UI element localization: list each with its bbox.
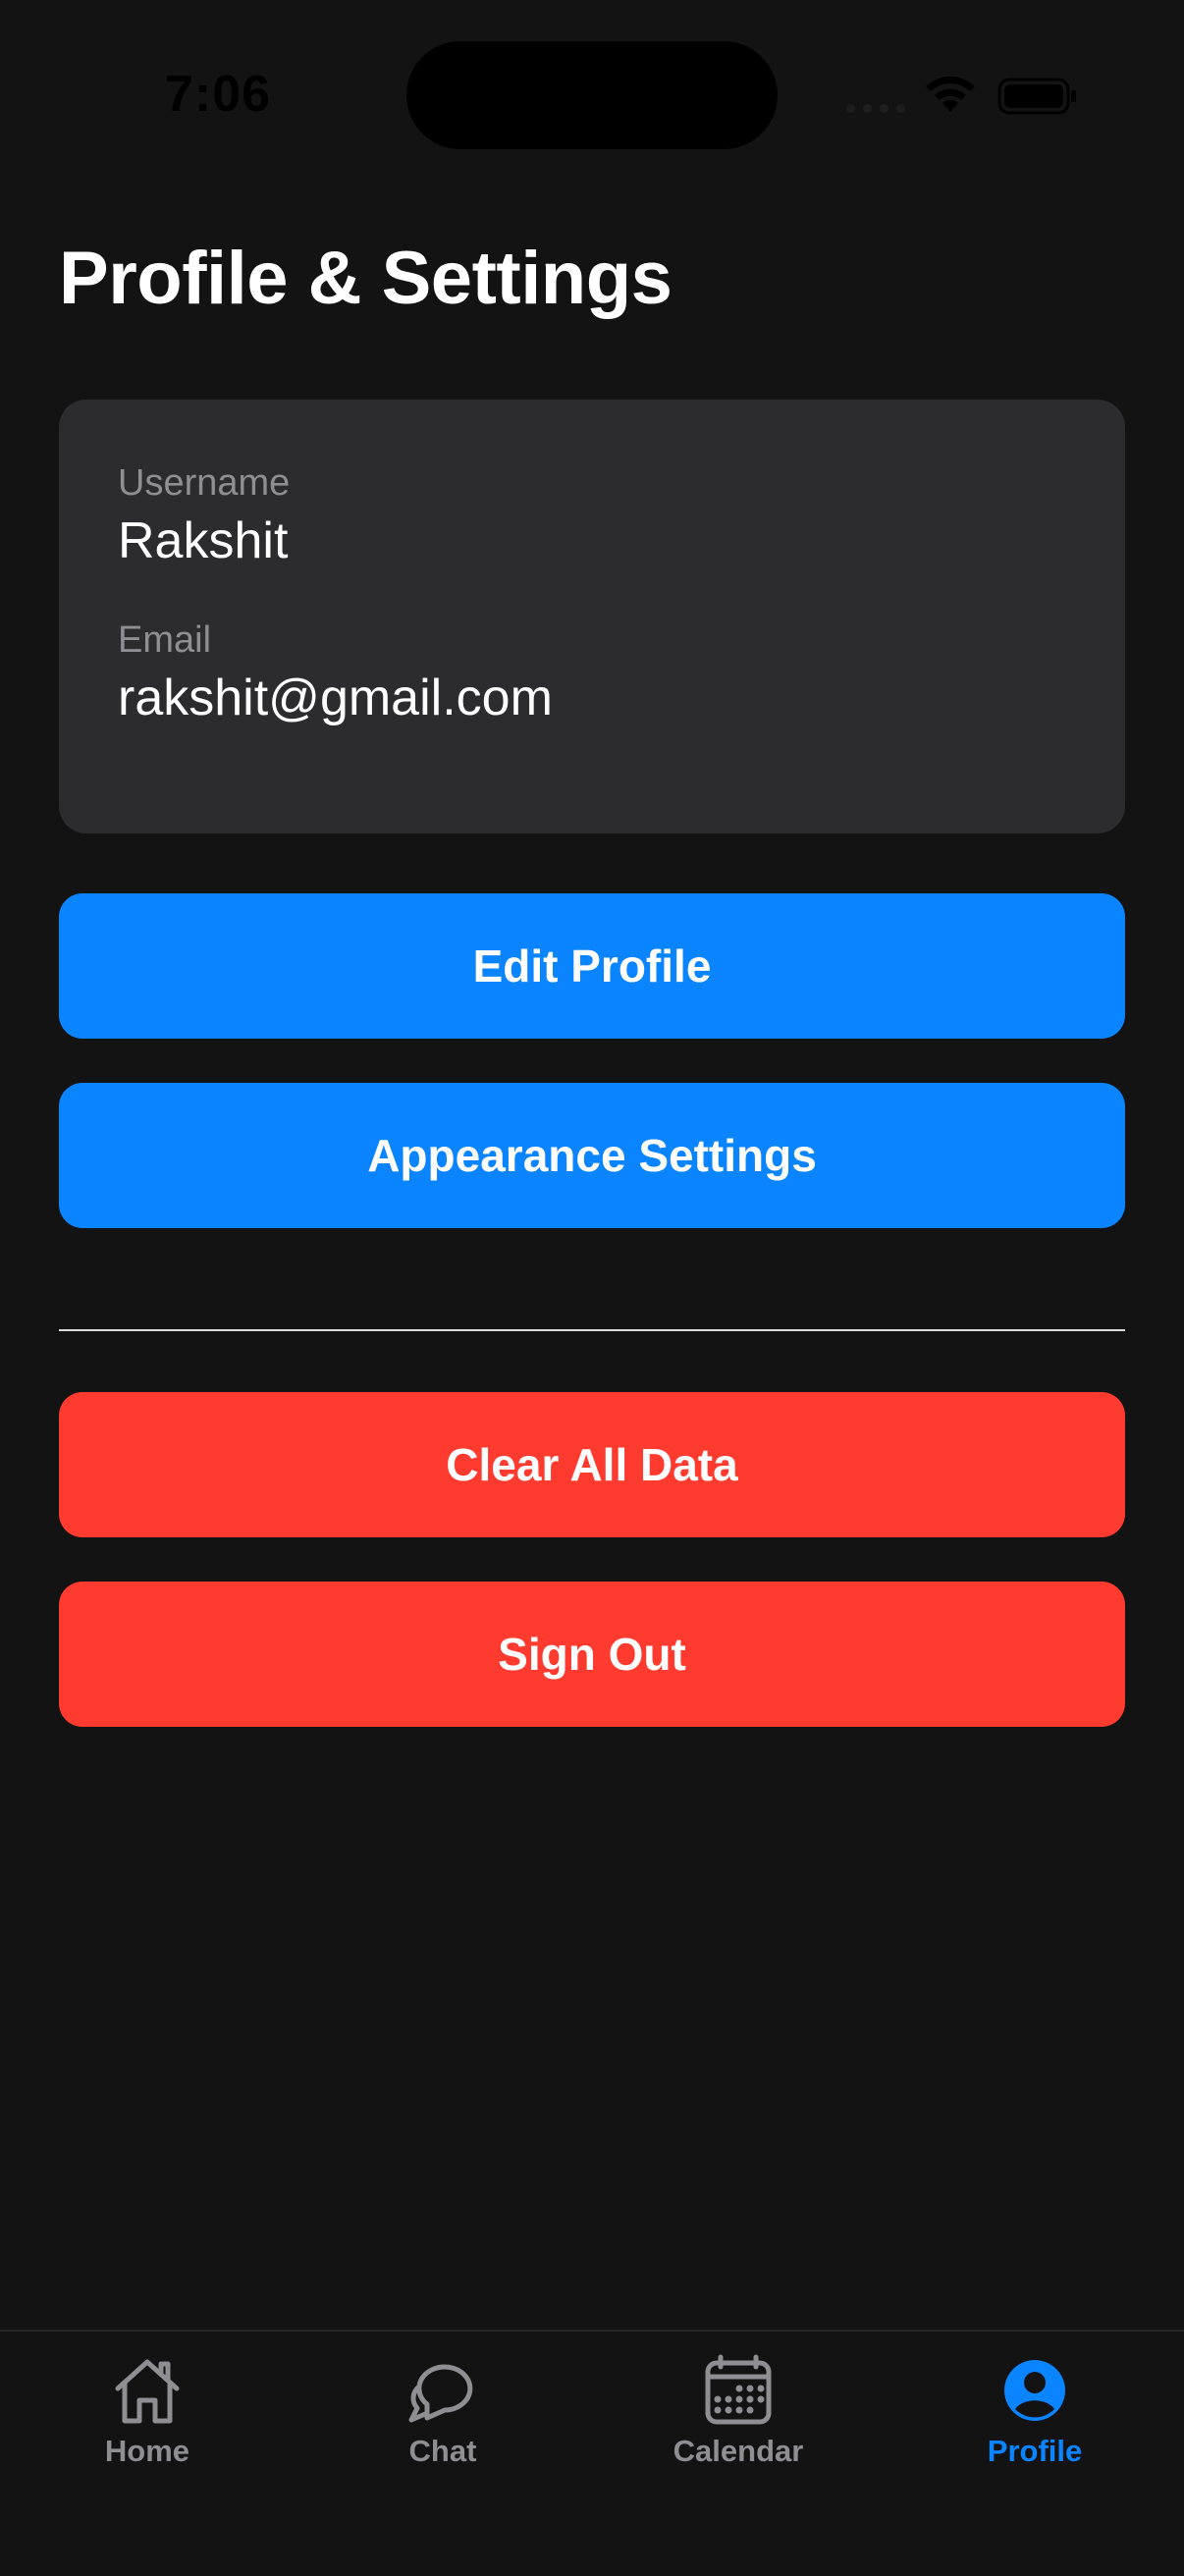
username-label: Username <box>118 462 291 504</box>
status-time: 7:06 <box>165 66 272 123</box>
status-bar: 7:06 <box>0 0 1184 196</box>
page-title: Profile & Settings <box>59 237 673 320</box>
username-value: Rakshit <box>118 512 289 569</box>
home-icon <box>115 2359 180 2424</box>
person-circle-icon <box>1004 2360 1065 2421</box>
tab-calendar[interactable]: Calendar <box>640 2353 836 2500</box>
tab-chat[interactable]: Chat <box>345 2353 541 2500</box>
email-value: rakshit@gmail.com <box>118 670 553 726</box>
dynamic-island <box>406 41 778 149</box>
calendar-icon <box>705 2354 772 2425</box>
section-divider <box>59 1329 1125 1331</box>
email-label: Email <box>118 619 212 661</box>
tab-profile-label: Profile <box>987 2434 1083 2468</box>
tab-profile[interactable]: Profile <box>937 2353 1133 2500</box>
tab-bar: Home Chat Calendar Profile <box>0 2330 1184 2576</box>
wifi-icon <box>926 76 975 112</box>
profile-info-card: Username Rakshit Email rakshit@gmail.com <box>59 400 1125 833</box>
chat-bubbles-icon <box>408 2364 473 2423</box>
tab-calendar-label: Calendar <box>673 2434 804 2468</box>
appearance-settings-button[interactable]: Appearance Settings <box>59 1083 1125 1228</box>
tab-chat-label: Chat <box>408 2434 477 2468</box>
tab-home[interactable]: Home <box>49 2353 245 2500</box>
tab-home-label: Home <box>104 2434 190 2468</box>
battery-icon <box>997 78 1076 115</box>
cellular-signal-icon <box>846 104 905 113</box>
sign-out-button[interactable]: Sign Out <box>59 1582 1125 1727</box>
edit-profile-button[interactable]: Edit Profile <box>59 893 1125 1039</box>
clear-all-data-button[interactable]: Clear All Data <box>59 1392 1125 1537</box>
